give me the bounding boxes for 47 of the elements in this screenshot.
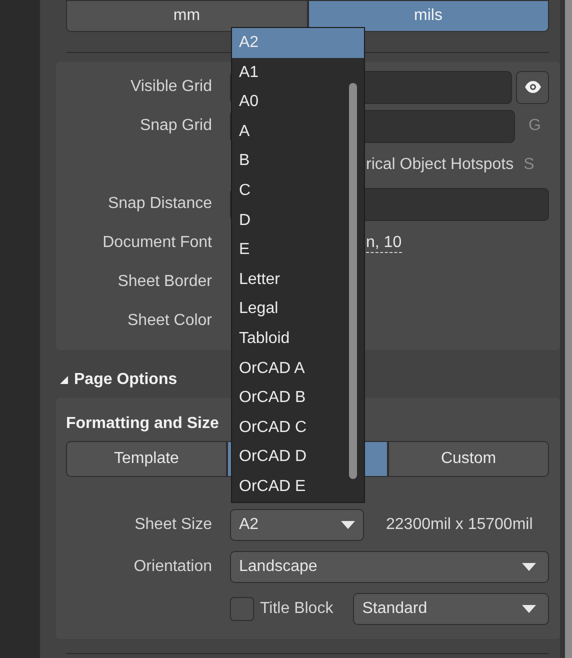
field-label: Snap Grid	[140, 117, 212, 135]
mode-toggle-button[interactable]: Custom	[388, 441, 549, 477]
field-label: Visible Grid	[130, 78, 212, 96]
visibility-button[interactable]	[516, 70, 549, 104]
field-label: Sheet Size	[134, 516, 212, 534]
field-label: Document Font	[102, 234, 212, 252]
dropdown-option[interactable]: D	[232, 206, 364, 236]
dropdown-option[interactable]: E	[232, 235, 364, 265]
dropdown[interactable]: Landscape	[230, 550, 549, 582]
checkbox-label: rical Object Hotspots	[366, 156, 514, 174]
field-label: Snap Distance	[108, 195, 212, 213]
dropdown-option[interactable]: C	[232, 176, 364, 206]
scrollbar-thumb[interactable]	[565, 0, 572, 658]
dropdown[interactable]: Standard	[353, 592, 549, 624]
dropdown-option[interactable]: Letter	[232, 264, 364, 294]
checkbox[interactable]	[230, 596, 254, 620]
subsection-title: Formatting and Size	[66, 414, 219, 434]
dropdown-option[interactable]: B	[232, 146, 364, 176]
mode-toggle-button[interactable]: Template	[66, 441, 227, 477]
caret-icon	[522, 604, 536, 612]
checkbox-label: Title Block	[260, 600, 334, 618]
dropdown-option[interactable]: OrCAD C	[232, 412, 364, 442]
font-link[interactable]: n, 10	[366, 234, 402, 252]
eye-icon	[524, 81, 540, 93]
dropdown-option[interactable]: OrCAD B	[232, 383, 364, 413]
dropdown-option[interactable]: OrCAD E	[232, 472, 364, 502]
dropdown-option[interactable]: OrCAD A	[232, 354, 364, 384]
dropdown-option[interactable]: A0	[232, 87, 364, 117]
unit-toggle-button[interactable]: mm	[66, 0, 308, 32]
field-label: Sheet Border	[118, 273, 212, 291]
scrollbar-thumb[interactable]	[349, 83, 357, 479]
caret-icon	[341, 520, 355, 528]
dropdown-option[interactable]: A1	[232, 58, 364, 88]
field-label: Orientation	[134, 558, 212, 576]
shortcut-hint: S	[524, 156, 534, 174]
dropdown-option[interactable]: Tabloid	[232, 324, 364, 354]
section-title[interactable]: Page Options	[74, 371, 178, 389]
dropdown[interactable]: A2	[230, 508, 364, 540]
dropdown-option[interactable]: Legal	[232, 294, 364, 324]
caret-icon	[522, 562, 536, 570]
shortcut-hint: G	[528, 117, 541, 135]
field-label: Sheet Color	[128, 312, 212, 330]
sheet-dimensions: 22300mil x 15700mil	[386, 516, 533, 534]
dropdown-option[interactable]: OrCAD D	[232, 442, 364, 472]
expand-triangle-icon[interactable]	[60, 376, 68, 384]
dropdown-option[interactable]: A	[232, 116, 364, 146]
unit-toggle-button[interactable]: mils	[308, 0, 549, 32]
